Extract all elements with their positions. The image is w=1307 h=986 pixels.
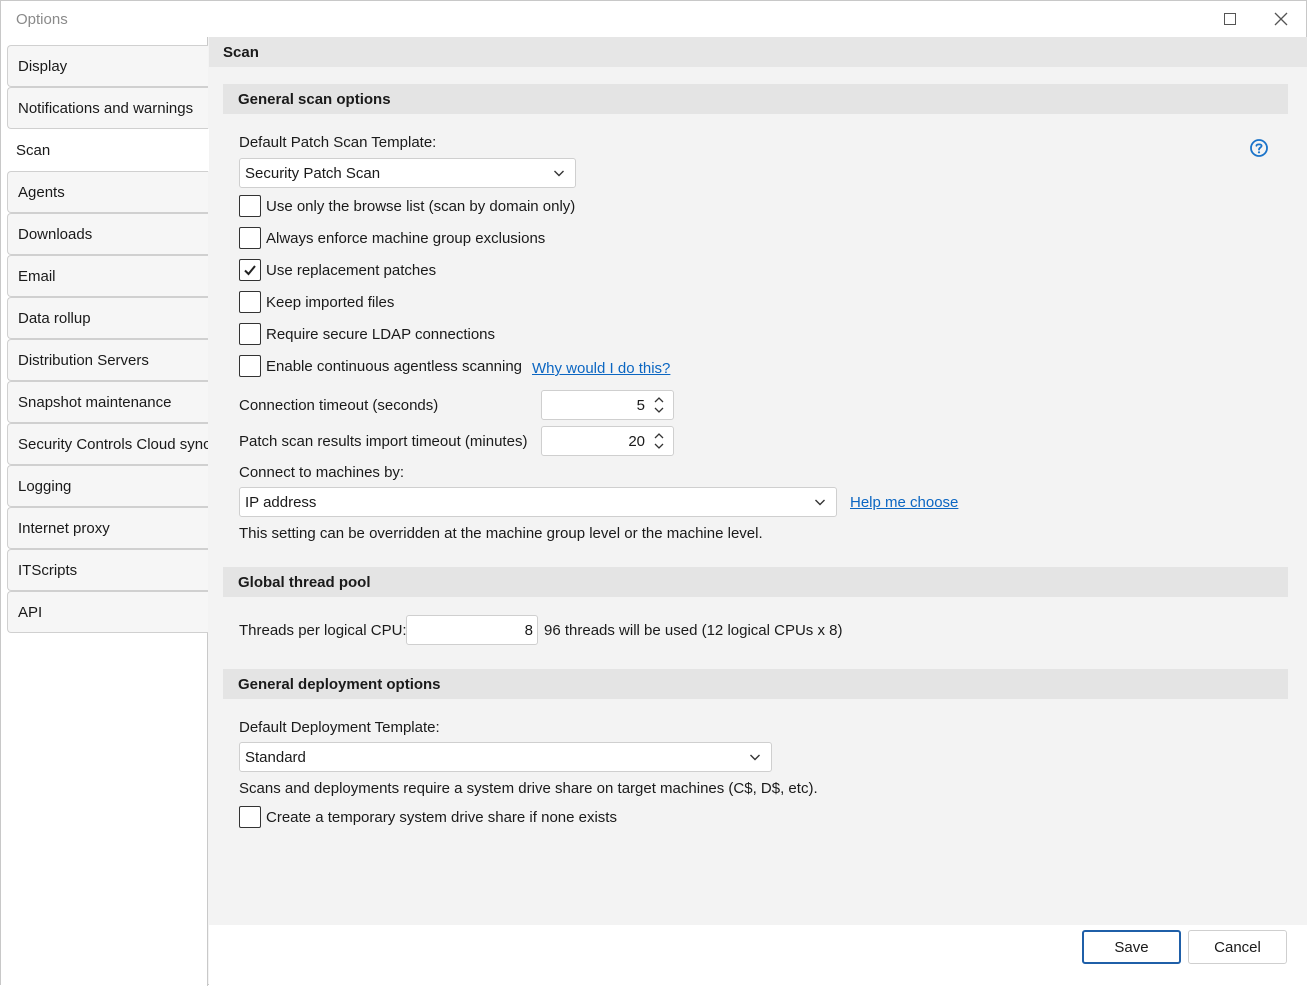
nav-item-distribution-servers[interactable]: Distribution Servers [7, 339, 208, 381]
options-window: Options Display Notifications and warnin… [0, 0, 1307, 986]
nav-item-downloads[interactable]: Downloads [7, 213, 208, 255]
import-timeout-spinner[interactable]: 20 [541, 426, 674, 456]
secure-ldap-label: Require secure LDAP connections [266, 325, 496, 343]
secure-ldap-option: Require secure LDAP connections [239, 323, 495, 345]
patch-template-select[interactable]: Security Patch Scan [239, 158, 576, 188]
nav-item-snapshot-maintenance[interactable]: Snapshot maintenance [7, 381, 208, 423]
temp-share-option: Create a temporary system drive share if… [239, 806, 617, 828]
connect-by-value: IP address [245, 494, 317, 511]
page-title: Scan [209, 37, 1307, 67]
replacement-patches-option: Use replacement patches [239, 259, 436, 281]
nav-item-label: Agents [18, 183, 65, 201]
continuous-scan-option: Enable continuous agentless scanning [239, 355, 522, 377]
spinner-arrows-icon [654, 433, 664, 449]
options-nav: Display Notifications and warnings Scan … [1, 37, 209, 986]
nav-item-cloud-sync[interactable]: Security Controls Cloud sync [7, 423, 208, 465]
nav-item-label: Display [18, 57, 68, 75]
nav-item-scan[interactable]: Scan [3, 129, 209, 171]
threads-label: Threads per logical CPU: [239, 622, 407, 639]
nav-item-api[interactable]: API [7, 591, 208, 633]
chevron-down-icon [750, 754, 760, 761]
dialog-footer: Save Cancel [209, 925, 1307, 985]
connection-timeout-label: Connection timeout (seconds) [239, 397, 439, 414]
nav-item-display[interactable]: Display [7, 45, 208, 87]
patch-template-value: Security Patch Scan [245, 165, 381, 182]
import-timeout-value: 20 [628, 433, 645, 450]
nav-item-label: Snapshot maintenance [18, 393, 172, 411]
general-scan-header: General scan options [223, 84, 1288, 114]
maximize-icon [1224, 13, 1236, 25]
deployment-template-select[interactable]: Standard [239, 742, 772, 772]
override-note: This setting can be overridden at the ma… [239, 525, 763, 542]
nav-item-notifications[interactable]: Notifications and warnings [7, 87, 208, 129]
close-button[interactable] [1256, 1, 1306, 37]
continuous-scan-label: Enable continuous agentless scanning [266, 357, 523, 375]
thread-pool-header: Global thread pool [223, 567, 1288, 597]
window-title: Options [16, 11, 68, 28]
connection-timeout-spinner[interactable]: 5 [541, 390, 674, 420]
nav-item-label: Notifications and warnings [18, 99, 194, 117]
temp-share-label: Create a temporary system drive share if… [266, 808, 617, 826]
group-exclusions-label: Always enforce machine group exclusions [266, 229, 546, 247]
keep-imported-label: Keep imported files [266, 293, 395, 311]
nav-item-data-rollup[interactable]: Data rollup [7, 297, 208, 339]
nav-item-label: Data rollup [18, 309, 91, 327]
save-button[interactable]: Save [1082, 930, 1181, 964]
import-timeout-label: Patch scan results import timeout (minut… [239, 433, 528, 450]
browse-list-checkbox[interactable] [239, 195, 261, 217]
threads-value: 8 [524, 622, 533, 639]
continuous-scan-checkbox[interactable] [239, 355, 261, 377]
keep-imported-option: Keep imported files [239, 291, 394, 313]
nav-item-label: Security Controls Cloud sync [18, 435, 208, 453]
temp-share-checkbox[interactable] [239, 806, 261, 828]
checkmark-icon [244, 265, 256, 276]
nav-item-label: Email [18, 267, 56, 285]
threads-input[interactable]: 8 [406, 615, 538, 645]
title-bar: Options [1, 1, 1306, 37]
nav-item-label: Internet proxy [18, 519, 110, 537]
connect-by-select[interactable]: IP address [239, 487, 837, 517]
help-choose-link[interactable]: Help me choose [850, 494, 958, 511]
nav-item-agents[interactable]: Agents [7, 171, 208, 213]
nav-item-itscripts[interactable]: ITScripts [7, 549, 208, 591]
chevron-down-icon [554, 170, 564, 177]
why-link[interactable]: Why would I do this? [532, 360, 670, 377]
deployment-header: General deployment options [223, 669, 1288, 699]
browse-list-label: Use only the browse list (scan by domain… [266, 197, 576, 215]
connection-timeout-value: 5 [636, 397, 645, 414]
nav-item-label: Downloads [18, 225, 93, 243]
nav-item-label: ITScripts [18, 561, 78, 579]
nav-item-label: Distribution Servers [18, 351, 149, 369]
nav-item-label: Logging [18, 477, 72, 495]
help-icon[interactable] [1249, 138, 1269, 158]
chevron-down-icon [815, 499, 825, 506]
scan-options-panel: Scan General scan options Default Patch … [209, 37, 1307, 925]
secure-ldap-checkbox[interactable] [239, 323, 261, 345]
nav-item-label: API [18, 603, 43, 621]
replacement-patches-checkbox[interactable] [239, 259, 261, 281]
deployment-template-label: Default Deployment Template: [239, 719, 440, 736]
replacement-patches-label: Use replacement patches [266, 261, 437, 279]
threads-note: 96 threads will be used (12 logical CPUs… [544, 622, 843, 639]
spinner-arrows-icon [654, 397, 664, 413]
nav-item-email[interactable]: Email [7, 255, 208, 297]
patch-template-label: Default Patch Scan Template: [239, 134, 437, 151]
close-icon [1274, 12, 1288, 26]
nav-item-label: Scan [16, 141, 51, 159]
maximize-button[interactable] [1205, 1, 1255, 37]
cancel-button[interactable]: Cancel [1188, 930, 1287, 964]
deployment-template-value: Standard [245, 749, 306, 766]
group-exclusions-checkbox[interactable] [239, 227, 261, 249]
share-note: Scans and deployments require a system d… [239, 780, 818, 797]
group-exclusions-option: Always enforce machine group exclusions [239, 227, 545, 249]
keep-imported-checkbox[interactable] [239, 291, 261, 313]
nav-item-logging[interactable]: Logging [7, 465, 208, 507]
browse-list-option: Use only the browse list (scan by domain… [239, 195, 575, 217]
nav-item-internet-proxy[interactable]: Internet proxy [7, 507, 208, 549]
connect-by-label: Connect to machines by: [239, 464, 405, 481]
